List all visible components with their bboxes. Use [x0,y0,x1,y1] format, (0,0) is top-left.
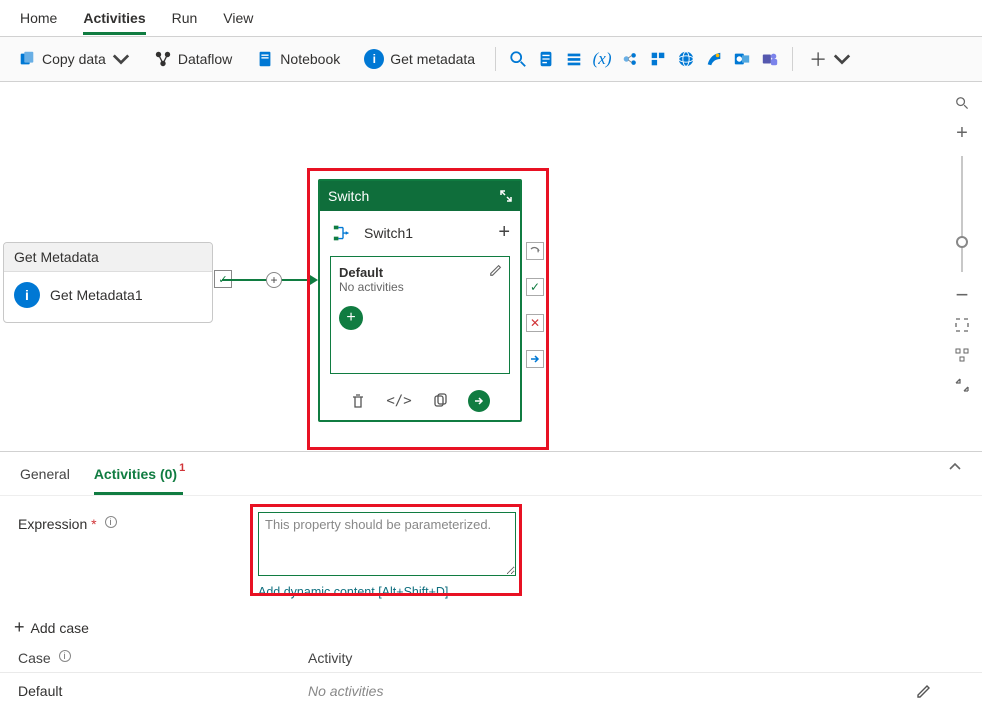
chevron-down-icon [112,50,130,68]
node-get-metadata-title: Get Metadata [4,243,212,272]
menu-view[interactable]: View [223,6,253,35]
run-icon[interactable] [468,390,490,412]
zoom-fit-icon[interactable] [949,312,975,338]
delete-icon[interactable] [350,393,366,409]
case-name: Default [18,683,308,699]
node-get-metadata[interactable]: Get Metadata i Get Metadata1 [3,242,213,323]
chevron-down-icon [833,50,851,68]
plus-icon: + [14,617,25,638]
minimize-icon[interactable] [949,372,975,398]
ribbon-toolbar: Copy data Dataflow Notebook i Get metada… [0,36,982,82]
switch-default-label: Default [339,265,501,280]
outlook-icon[interactable] [732,49,752,69]
switch-default-sub: No activities [339,280,501,294]
properties-panel: General Activities (0)1 Expression * i A… [0,452,982,709]
tab-general[interactable]: General [20,458,70,495]
node-switch-name: Switch1 [364,225,413,241]
properties-tabs: General Activities (0)1 [0,452,982,496]
variable-icon[interactable]: (x) [592,49,612,69]
ml-icon[interactable] [620,49,640,69]
tool-get-metadata[interactable]: i Get metadata [356,45,483,73]
script-icon[interactable] [536,49,556,69]
tool-copy-data-label: Copy data [42,51,106,67]
toolbar-separator [495,47,496,71]
toolbar-separator [792,47,793,71]
info-icon[interactable]: i [105,516,117,528]
add-dynamic-content-link[interactable]: Add dynamic content [Alt+Shift+D] [258,585,516,599]
node-switch-footer: </> [320,384,520,420]
node-output-ports: ✓ ✕ [526,242,544,368]
switch-default-container[interactable]: Default No activities + [330,256,510,374]
plus-icon: ＋ [809,46,827,72]
stored-proc-icon[interactable] [564,49,584,69]
node-switch[interactable]: Switch Switch1 + Default No activities [318,179,522,422]
edit-icon[interactable] [489,263,503,277]
autolayout-icon[interactable] [949,342,975,368]
tab-activities-label: Activities (0) [94,466,177,482]
tool-notebook-label: Notebook [280,51,340,67]
node-switch-title: Switch [328,188,369,204]
edit-case-icon[interactable] [916,683,932,699]
skip-port-icon[interactable] [526,242,544,260]
search-icon[interactable] [508,49,528,69]
add-activity-button[interactable]: + [339,306,363,330]
menu-run[interactable]: Run [172,6,198,35]
functions-icon[interactable] [648,49,668,69]
fail-port-icon[interactable]: ✕ [526,314,544,332]
zoom-slider[interactable] [961,156,963,272]
info-icon[interactable]: i [59,650,71,662]
info-icon: i [364,49,384,69]
case-row-default: Default No activities [0,672,982,709]
tool-copy-data[interactable]: Copy data [10,46,138,72]
code-icon[interactable]: </> [386,393,411,409]
tool-notebook[interactable]: Notebook [248,46,348,72]
node-get-metadata-name: Get Metadata1 [50,287,143,303]
add-case-icon[interactable]: + [498,221,510,244]
case-header: Case [18,650,51,666]
add-case-button[interactable]: + Add case [14,617,982,638]
canvas-search-icon[interactable] [949,90,975,116]
add-on-connector[interactable]: + [266,272,282,288]
notebook-icon [256,50,274,68]
zoom-in-icon[interactable]: + [949,120,975,146]
pipeline-canvas[interactable]: Get Metadata i Get Metadata1 ✓ + Switch [0,82,982,452]
web-icon[interactable] [676,49,696,69]
zoom-thumb[interactable] [956,236,968,248]
expand-icon[interactable] [500,190,512,202]
zoom-rail: + − [948,90,976,398]
completion-port-icon[interactable] [526,350,544,368]
add-case-label: Add case [31,620,89,636]
info-icon: i [14,282,40,308]
tool-get-metadata-label: Get metadata [390,51,475,67]
tool-add-more[interactable]: ＋ [805,42,855,76]
teams-icon[interactable] [760,49,780,69]
case-activity: No activities [308,683,383,699]
activity-header: Activity [308,650,352,666]
expression-label: Expression * i [18,512,218,599]
required-indicator: * [91,516,96,532]
tool-dataflow[interactable]: Dataflow [146,46,240,72]
collapse-panel-icon[interactable] [948,460,962,474]
switch-icon [332,222,354,244]
expression-input[interactable] [258,512,516,576]
error-indicator: 1 [179,462,185,474]
menu-activities[interactable]: Activities [83,6,145,35]
top-menu: Home Activities Run View [0,0,982,36]
copy-data-icon [18,50,36,68]
zoom-out-icon[interactable]: − [949,282,975,308]
tab-activities[interactable]: Activities (0)1 [94,458,183,495]
tool-dataflow-label: Dataflow [178,51,232,67]
copy-icon[interactable] [432,393,448,409]
kql-icon[interactable] [704,49,724,69]
success-port-icon[interactable]: ✓ [526,278,544,296]
cases-table-header: Case i Activity [0,646,982,672]
menu-home[interactable]: Home [20,6,57,35]
dataflow-icon [154,50,172,68]
